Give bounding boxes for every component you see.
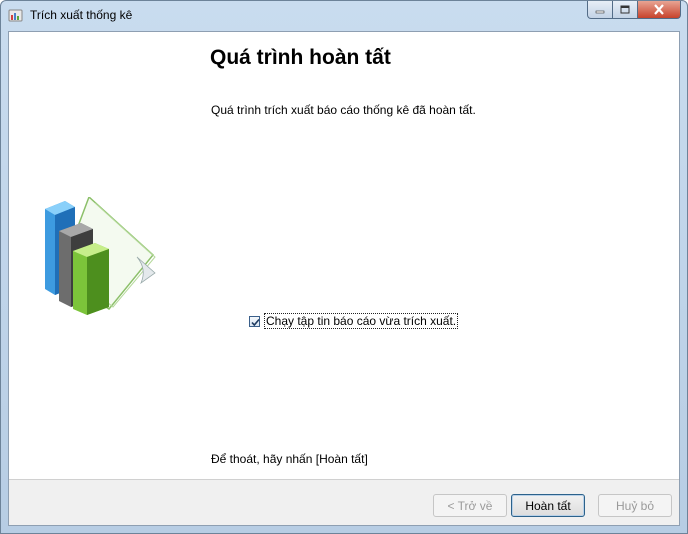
title-bar[interactable]: Trích xuất thống kê [1,1,687,31]
cancel-button[interactable]: Huỷ bỏ [598,494,672,517]
finish-button[interactable]: Hoàn tất [511,494,585,517]
page-description: Quá trình trích xuất báo cáo thống kê đã… [211,103,476,117]
bar-chart-report-icon [41,195,161,317]
close-button[interactable] [638,1,681,19]
page-title: Quá trình hoàn tất [210,46,391,69]
wizard-content: Quá trình hoàn tất Quá trình trích xuất … [8,31,680,526]
open-report-checkbox[interactable] [249,315,260,327]
window-title: Trích xuất thống kê [30,8,133,22]
open-report-option[interactable]: Chạy tập tin báo cáo vừa trích xuất. [249,313,459,329]
minimize-button[interactable] [587,1,613,19]
close-icon [654,4,664,15]
wizard-window: Trích xuất thống kê Quá trình hoàn tất Q… [0,0,688,534]
caption-buttons [587,1,681,20]
back-button[interactable]: < Trở về [433,494,507,517]
checkmark-icon [251,318,260,326]
wizard-footer: < Trở về Hoàn tất Huỷ bỏ [9,480,679,525]
exit-hint: Để thoát, hãy nhấn [Hoàn tất] [211,452,368,466]
maximize-icon [620,5,630,14]
open-report-label[interactable]: Chạy tập tin báo cáo vừa trích xuất. [264,313,459,329]
minimize-icon [595,10,605,13]
app-icon [8,7,24,23]
maximize-button[interactable] [613,1,638,19]
